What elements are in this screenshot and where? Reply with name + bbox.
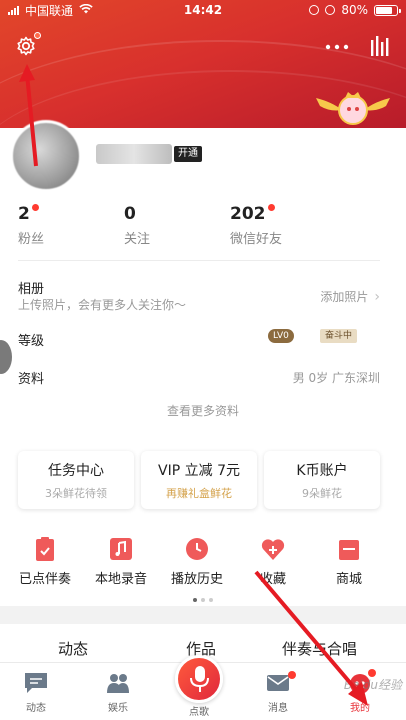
tab-accompaniment-chorus[interactable]: 伴奏与合唱 bbox=[282, 638, 357, 659]
more-options-icon[interactable] bbox=[324, 36, 350, 56]
shortcut-label: 本地录音 bbox=[94, 572, 147, 587]
shortcut-label: 播放历史 bbox=[170, 572, 223, 587]
nav-label: 娱乐 bbox=[108, 703, 128, 714]
stat-following-label: 关注 bbox=[124, 232, 151, 247]
card-subtitle: 3朵鲜花待领 bbox=[45, 487, 107, 500]
shortcuts-row: 已点伴奏 本地录音 播放历史 收藏 商城 bbox=[0, 536, 406, 596]
avatar[interactable] bbox=[10, 120, 82, 192]
settings-gear-icon[interactable] bbox=[14, 32, 41, 58]
card-title: 任务中心 bbox=[48, 463, 104, 479]
nav-label: 点歌 bbox=[189, 707, 209, 718]
shortcut-label: 已点伴奏 bbox=[18, 572, 71, 587]
username-blurred bbox=[96, 144, 172, 164]
level-title: 等级 bbox=[18, 334, 45, 349]
clipboard-icon bbox=[33, 536, 57, 562]
feature-cards: 任务中心 3朵鲜花待领 VIP 立减 7元 再赚礼盒鲜花 K币账户 9朵鲜花 bbox=[18, 451, 380, 509]
stat-wechat-friends[interactable]: 202 微信好友 bbox=[230, 204, 282, 247]
nav-messages[interactable]: 消息 bbox=[248, 671, 308, 714]
task-center-card[interactable]: 任务中心 3朵鲜花待领 bbox=[18, 451, 134, 509]
card-subtitle: 再赚礼盒鲜花 bbox=[166, 487, 232, 500]
album-title: 相册 bbox=[18, 282, 45, 297]
clock-icon bbox=[185, 536, 209, 562]
winged-badge-icon[interactable] bbox=[314, 88, 392, 128]
chevron-right-icon: › bbox=[374, 289, 380, 305]
profile-header: 中国联通 14:42 80% bbox=[0, 0, 406, 140]
info-title: 资料 bbox=[18, 372, 45, 387]
page-indicator bbox=[0, 598, 406, 602]
add-photo-label: 添加照片 bbox=[320, 290, 369, 304]
music-note-icon bbox=[109, 536, 133, 562]
shortcut-label: 收藏 bbox=[259, 572, 286, 587]
card-title: K币账户 bbox=[296, 463, 348, 479]
status-bar: 中国联通 14:42 80% bbox=[0, 0, 406, 20]
shop-icon bbox=[337, 536, 361, 562]
shortcut-ordered-accompaniment[interactable]: 已点伴奏 bbox=[10, 536, 80, 587]
equalizer-icon[interactable] bbox=[368, 34, 392, 58]
stat-fans-value: 2 bbox=[18, 204, 30, 224]
nav-entertainment[interactable]: 娱乐 bbox=[88, 671, 148, 714]
level-badge: LV0 bbox=[268, 329, 294, 343]
shortcut-local-recording[interactable]: 本地录音 bbox=[86, 536, 156, 587]
nav-label: 动态 bbox=[26, 703, 46, 714]
stats-row: 2 粉丝 0 关注 202 微信好友 bbox=[18, 204, 398, 248]
shortcut-label: 商城 bbox=[335, 572, 362, 587]
see-more-info-link[interactable]: 查看更多资料 bbox=[0, 402, 406, 419]
stat-following[interactable]: 0 关注 bbox=[124, 204, 150, 247]
info-value: 男 0岁 广东深圳 bbox=[292, 371, 380, 385]
notification-dot bbox=[31, 204, 39, 211]
kcoin-account-card[interactable]: K币账户 9朵鲜花 bbox=[264, 451, 380, 509]
stat-wechat-label: 微信好友 bbox=[230, 232, 283, 247]
heart-plus-icon bbox=[261, 536, 285, 562]
nav-label: 我的 bbox=[350, 703, 370, 714]
people-icon bbox=[105, 671, 131, 695]
album-subtitle: 上传照片，会有更多人关注你～ bbox=[18, 298, 187, 312]
card-title: VIP 立减 7元 bbox=[158, 463, 240, 479]
nav-feed[interactable]: 动态 bbox=[6, 671, 66, 714]
sing-button[interactable] bbox=[175, 655, 223, 703]
profile-card: 开通 2 粉丝 0 关注 202 微信好友 相册 上传照片，会有更多人关注你～ … bbox=[0, 120, 406, 606]
add-photo-link[interactable]: 添加照片 › bbox=[320, 288, 380, 305]
message-square-icon bbox=[23, 671, 49, 695]
shortcut-shop[interactable]: 商城 bbox=[314, 536, 384, 587]
microphone-icon bbox=[190, 666, 209, 692]
vip-open-tag[interactable]: 开通 bbox=[174, 146, 202, 162]
status-time: 14:42 bbox=[183, 3, 223, 17]
vip-discount-card[interactable]: VIP 立减 7元 再赚礼盒鲜花 bbox=[141, 451, 257, 509]
level-status-badge: 奋斗中 bbox=[320, 329, 358, 343]
stat-wechat-value: 202 bbox=[230, 204, 266, 224]
nav-label: 消息 bbox=[268, 703, 288, 714]
stat-fans-label: 粉丝 bbox=[18, 232, 45, 247]
stat-fans[interactable]: 2 粉丝 bbox=[18, 204, 44, 247]
notification-dot bbox=[34, 32, 41, 39]
watermark: Baidu经验 bbox=[343, 678, 402, 692]
notification-dot bbox=[288, 671, 296, 679]
shortcut-play-history[interactable]: 播放历史 bbox=[162, 536, 232, 587]
tab-feed[interactable]: 动态 bbox=[58, 638, 88, 659]
stat-following-value: 0 bbox=[124, 204, 136, 224]
battery-icon bbox=[374, 4, 401, 16]
divider bbox=[18, 260, 380, 261]
shortcut-favorites[interactable]: 收藏 bbox=[238, 536, 308, 587]
notification-dot bbox=[267, 204, 275, 211]
card-subtitle: 9朵鲜花 bbox=[302, 487, 342, 500]
